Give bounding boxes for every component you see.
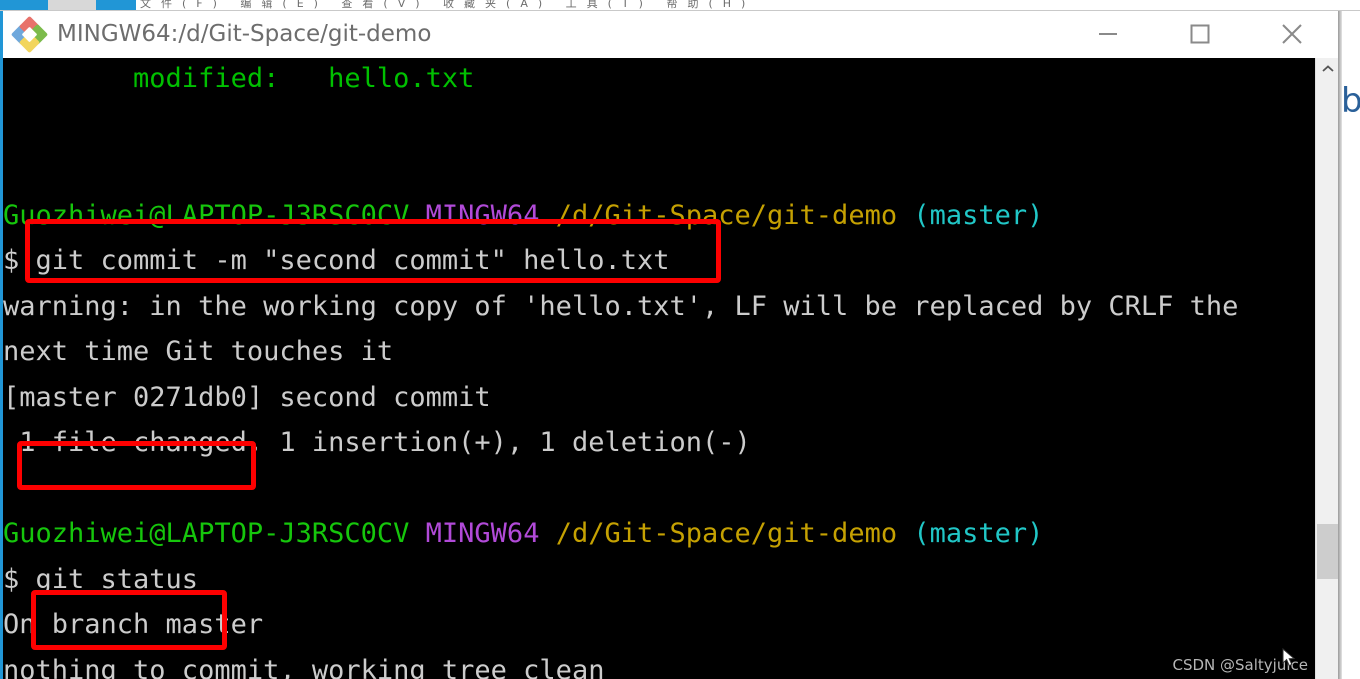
terminal-text: $ git status — [3, 563, 199, 595]
out-on-branch: On branch master — [3, 602, 1238, 648]
background-peek-letter: b — [1341, 81, 1360, 121]
prompt-1: Guozhiwei@LAPTOP-J3RSC0CV MINGW64 /d/Git… — [3, 193, 1238, 239]
cmd-git-status: $ git status — [3, 557, 1238, 603]
terminal-text: On branch master — [3, 609, 264, 640]
window-controls — [1062, 11, 1338, 57]
line-blank-3 — [3, 466, 1238, 512]
maximize-button[interactable] — [1154, 11, 1246, 57]
background-window-edge — [1338, 11, 1342, 679]
terminal-text: $ git commit -m "second commit" hello.tx… — [3, 245, 670, 276]
terminal-text: next time Git touches it — [3, 336, 394, 367]
minimize-icon — [1097, 28, 1119, 40]
terminal-text: /d/Git-Space/git-demo — [555, 518, 898, 549]
git-bash-window: MINGW64:/d/Git-Space/git-demo modified: … — [0, 11, 1338, 679]
terminal-text: MINGW64 — [425, 199, 540, 231]
terminal-text: Guozhiwei@LAPTOP-J3RSC0CV — [3, 199, 410, 231]
maximize-icon — [1189, 23, 1211, 45]
git-bash-diamond-icon — [10, 15, 49, 54]
terminal-text: warning: in the working copy of 'hello.t… — [3, 290, 1239, 322]
terminal-text: (master) — [913, 518, 1044, 549]
out-nothing-to-commit: nothing to commit, working tree clean — [3, 648, 1238, 679]
background-menu-strip: 文件(F) 编辑(E) 查看(V) 收藏夹(A) 工具(T) 帮助(H) — [0, 0, 1360, 11]
title-bar[interactable]: MINGW64:/d/Git-Space/git-demo — [3, 11, 1338, 58]
terminal-lines: modified: hello.txt Guozhiwei@LAPTOP-J3RS… — [3, 58, 1238, 679]
minimize-button[interactable] — [1062, 11, 1154, 57]
out-commit-summary: [master 0271db0] second commit — [3, 375, 1238, 421]
cmd-git-commit: $ git commit -m "second commit" hello.tx… — [3, 238, 1238, 284]
scrollbar-thumb[interactable] — [1317, 524, 1338, 579]
terminal-text: /d/Git-Space/git-demo — [555, 199, 898, 231]
terminal-text: 1 file changed, 1 insertion(+), 1 deleti… — [3, 427, 751, 458]
close-button[interactable] — [1246, 11, 1338, 57]
out-commit-stat: 1 file changed, 1 insertion(+), 1 deleti… — [3, 420, 1238, 466]
terminal-text: [master 0271db0] second commit — [3, 381, 491, 413]
terminal-text: nothing to commit, working tree clean — [3, 654, 605, 679]
terminal-area: modified: hello.txt Guozhiwei@LAPTOP-J3RS… — [3, 58, 1338, 679]
close-icon — [1280, 22, 1304, 46]
terminal-output[interactable]: modified: hello.txt Guozhiwei@LAPTOP-J3RS… — [3, 58, 1318, 679]
out-warning-1: warning: in the working copy of 'hello.t… — [3, 284, 1238, 330]
terminal-scrollbar[interactable] — [1315, 58, 1338, 679]
prompt-2: Guozhiwei@LAPTOP-J3RSC0CV MINGW64 /d/Git… — [3, 511, 1238, 557]
terminal-text: Guozhiwei@LAPTOP-J3RSC0CV — [3, 518, 410, 549]
terminal-text: modified: hello.txt — [3, 63, 475, 94]
terminal-text: MINGW64 — [425, 518, 540, 549]
screenshot-root: b 文件(F) 编辑(E) 查看(V) 收藏夹(A) 工具(T) 帮助(H) M… — [0, 0, 1360, 679]
window-title: MINGW64:/d/Git-Space/git-demo — [57, 21, 432, 47]
terminal-text: (master) — [913, 199, 1044, 231]
scroll-up-button[interactable] — [1316, 58, 1338, 82]
out-warning-2: next time Git touches it — [3, 329, 1238, 375]
chevron-up-icon — [1321, 61, 1335, 79]
line-blank-1 — [3, 102, 1238, 148]
line-blank-2 — [3, 147, 1238, 193]
mouse-cursor-icon — [1282, 647, 1296, 673]
line-modified: modified: hello.txt — [3, 58, 1238, 102]
